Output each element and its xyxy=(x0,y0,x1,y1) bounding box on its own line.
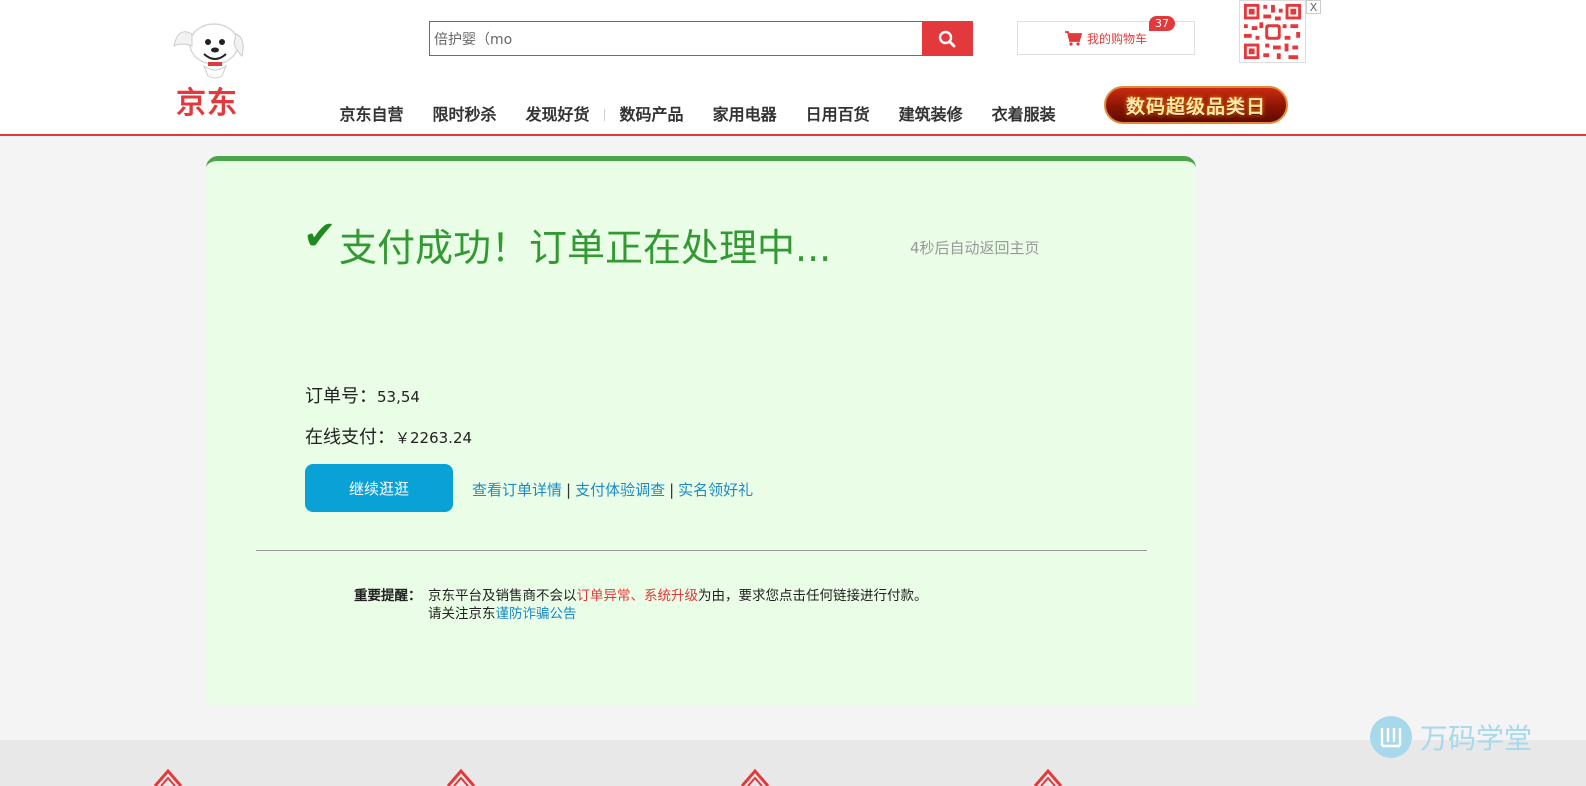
qr-close-button[interactable]: X xyxy=(1306,0,1321,14)
order-links: 查看订单详情 | 支付体验调查 | 实名领好礼 xyxy=(472,479,753,500)
order-number-value: 53,54 xyxy=(377,388,420,406)
notice-highlight: 订单异常、系统升级 xyxy=(576,588,699,604)
payment-survey-link[interactable]: 支付体验调查 xyxy=(575,481,665,499)
nav-item-discover[interactable]: 发现好货 xyxy=(511,103,604,127)
link-separator: | xyxy=(669,481,675,499)
nav-item-clothing[interactable]: 衣着服装 xyxy=(977,103,1070,127)
notice-line-1: 京东平台及销售商不会以订单异常、系统升级为由，要求您点击任何链接进行付款。 xyxy=(428,587,928,605)
watermark-logo-icon xyxy=(1370,716,1412,758)
watermark: 万码学堂 xyxy=(1370,716,1532,758)
notice-line-2: 请关注京东谨防诈骗公告 xyxy=(428,605,577,623)
nav-item-daily-goods[interactable]: 日用百货 xyxy=(791,103,884,127)
search-button[interactable] xyxy=(922,22,972,55)
order-number-row: 订单号：53,54 xyxy=(305,382,420,408)
cart-count-badge: 37 xyxy=(1149,16,1175,31)
footer-service-icon xyxy=(740,768,770,786)
cart-button[interactable]: 我的购物车 37 xyxy=(1017,16,1195,55)
payment-success-card: ✔ 支付成功！订单正在处理中... 4秒后自动返回主页 订单号：53,54 在线… xyxy=(206,156,1196,705)
success-title: 支付成功！订单正在处理中... xyxy=(339,226,832,270)
countdown-text: 4秒后自动返回主页 xyxy=(910,239,1040,257)
footer-strip xyxy=(0,740,1586,786)
footer-service-icon xyxy=(446,768,476,786)
footer-service-icon xyxy=(153,768,183,786)
payment-amount-row: 在线支付：￥2263.24 xyxy=(305,423,472,449)
continue-shopping-button[interactable]: 继续逛逛 xyxy=(305,464,453,512)
link-separator: | xyxy=(566,481,572,499)
cart-label: 我的购物车 xyxy=(1086,31,1147,46)
payment-amount-value: ￥2263.24 xyxy=(395,429,473,447)
payment-amount-label: 在线支付： xyxy=(305,427,395,448)
nav-item-building[interactable]: 建筑装修 xyxy=(884,103,977,127)
nav-item-jd-self[interactable]: 京东自营 xyxy=(325,103,418,127)
divider xyxy=(256,550,1147,551)
notice-text: 请关注京东 xyxy=(428,606,496,622)
main-nav: 京东自营 限时秒杀 发现好货 数码产品 家用电器 日用百货 建筑装修 衣着服装 xyxy=(325,103,1070,127)
promo-banner[interactable]: 数码超级品类日 xyxy=(1104,86,1288,124)
footer-service-icon xyxy=(1033,768,1063,786)
view-order-details-link[interactable]: 查看订单详情 xyxy=(472,481,562,499)
notice-text: 为由，要求您点击任何链接进行付款。 xyxy=(698,588,928,604)
search-input[interactable] xyxy=(430,22,922,55)
search-icon xyxy=(938,30,956,47)
anti-fraud-notice-link[interactable]: 谨防诈骗公告 xyxy=(496,606,577,622)
logo-text[interactable]: 京东 xyxy=(176,78,238,122)
order-number-label: 订单号： xyxy=(305,386,377,407)
notice-label: 重要提醒： xyxy=(354,588,422,604)
site-header: 京东 我的购物车 37 xyxy=(0,0,1586,136)
nav-item-digital[interactable]: 数码产品 xyxy=(605,103,698,127)
nav-item-flash-sale[interactable]: 限时秒杀 xyxy=(418,103,511,127)
check-icon: ✔ xyxy=(303,213,337,259)
notice-text: 京东平台及销售商不会以 xyxy=(428,588,577,604)
qr-code-icon xyxy=(1239,0,1306,63)
nav-item-appliances[interactable]: 家用电器 xyxy=(698,103,791,127)
search-box xyxy=(429,21,973,56)
watermark-text: 万码学堂 xyxy=(1420,722,1533,755)
real-name-gift-link[interactable]: 实名领好礼 xyxy=(678,481,753,499)
cart-icon xyxy=(1064,30,1082,46)
